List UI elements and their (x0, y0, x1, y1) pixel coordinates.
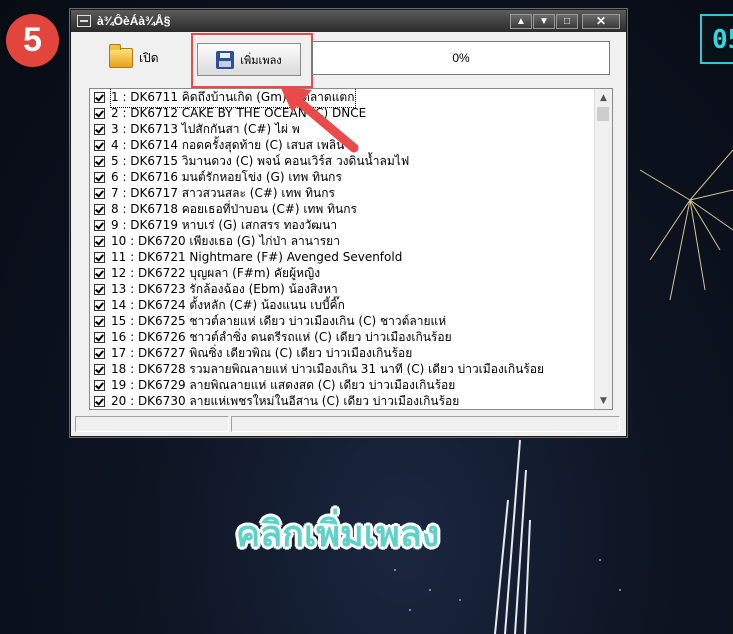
song-list[interactable]: 1 : DK6711 คิดถึงบ้านเกิด (Gm) ดิ ตลาดแต… (89, 88, 613, 410)
checkbox-checked-icon[interactable] (94, 139, 105, 151)
song-list-item[interactable]: 20 : DK6730 ลายแห่เพชรใหม่ในอีสาน (C) เด… (90, 393, 595, 409)
song-title: 2 : DK6712 CAKE BY THE OCEAN (C) DNCE (111, 106, 367, 120)
checkbox-checked-icon[interactable] (94, 283, 105, 295)
window-title: à¾ÔèÁà¾Å§ (97, 14, 171, 28)
maximize-button[interactable]: □ (556, 13, 578, 29)
open-button[interactable]: เปิด (109, 42, 179, 74)
status-panel-right (231, 416, 620, 432)
scroll-up-button[interactable]: ▲ (510, 13, 532, 29)
app-window: à¾ÔèÁà¾Å§ ▲ ▼ □ ✕ เปิด เพิ่มเพลง 0% 1 : … (70, 9, 627, 437)
close-button[interactable]: ✕ (582, 13, 620, 29)
song-title: 10 : DK6720 เพียงเธอ (G) ไก่ป่า ลานารยา (111, 233, 340, 248)
song-title: 11 : DK6721 Nightmare (F#) Avenged Seven… (111, 250, 403, 264)
checkbox-checked-icon[interactable] (94, 235, 105, 247)
checkbox-checked-icon[interactable] (94, 155, 105, 167)
checkbox-checked-icon[interactable] (94, 91, 105, 103)
progress-bar: 0% (312, 41, 610, 75)
checkbox-checked-icon[interactable] (94, 251, 105, 263)
checkbox-checked-icon[interactable] (94, 315, 105, 327)
checkbox-checked-icon[interactable] (94, 331, 105, 343)
checkbox-checked-icon[interactable] (94, 187, 105, 199)
progress-text: 0% (452, 51, 470, 65)
clock-display: 05 (700, 14, 733, 64)
highlight-box (191, 33, 313, 88)
scroll-up-arrow-icon[interactable]: ▲ (595, 89, 612, 106)
caption-text: คลิกเพิ่มเพลง (236, 514, 440, 555)
checkbox-checked-icon[interactable] (94, 363, 105, 375)
step-number-badge: 5 (6, 14, 59, 67)
status-panel-left (75, 416, 229, 432)
system-menu-icon[interactable] (77, 15, 91, 27)
scrollbar-thumb[interactable] (597, 107, 609, 121)
checkbox-checked-icon[interactable] (94, 203, 105, 215)
vertical-scrollbar[interactable]: ▲ ▼ (594, 89, 612, 409)
checkbox-checked-icon[interactable] (94, 347, 105, 359)
checkbox-checked-icon[interactable] (94, 107, 105, 119)
scroll-down-arrow-icon[interactable]: ▼ (595, 392, 612, 409)
checkbox-checked-icon[interactable] (94, 123, 105, 135)
scroll-down-button[interactable]: ▼ (533, 13, 555, 29)
song-list-item[interactable]: 1 : DK6711 คิดถึงบ้านเกิด (Gm) ดิ ตลาดแต… (90, 89, 595, 108)
folder-icon (109, 44, 133, 68)
title-bar: à¾ÔèÁà¾Å§ ▲ ▼ □ ✕ (71, 10, 626, 32)
song-title: 20 : DK6730 ลายแห่เพชรใหม่ในอีสาน (C) เด… (111, 393, 460, 408)
toolbar: เปิด เพิ่มเพลง 0% (71, 32, 626, 88)
open-label: เปิด (139, 50, 159, 65)
song-list-item[interactable]: 10 : DK6720 เพียงเธอ (G) ไก่ป่า ลานารยา (90, 233, 595, 249)
checkbox-checked-icon[interactable] (94, 267, 105, 279)
checkbox-checked-icon[interactable] (94, 171, 105, 183)
song-title: 1 : DK6711 คิดถึงบ้านเกิด (Gm) ดิ ตลาดแต… (110, 89, 356, 108)
status-bar (75, 416, 620, 434)
checkbox-checked-icon[interactable] (94, 395, 105, 407)
checkbox-checked-icon[interactable] (94, 379, 105, 391)
checkbox-checked-icon[interactable] (94, 219, 105, 231)
checkbox-checked-icon[interactable] (94, 299, 105, 311)
